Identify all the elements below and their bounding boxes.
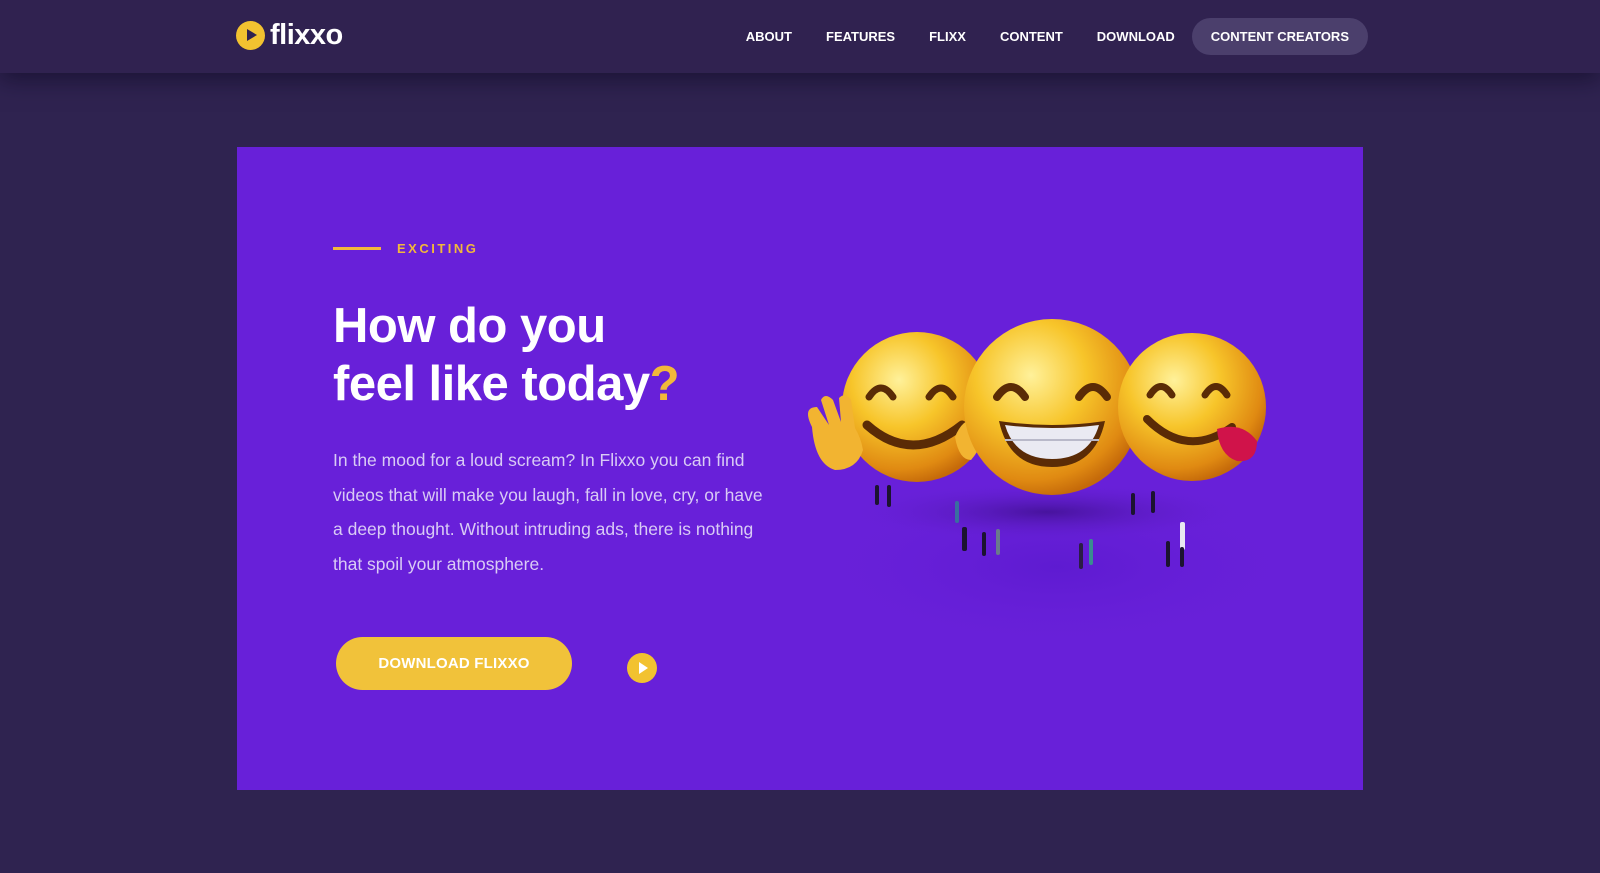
logo-text: flixxo [270, 19, 343, 51]
hero-headline: How do you feel like today? [333, 297, 793, 413]
kicker-divider [333, 247, 381, 250]
hero-description: In the mood for a loud scream? In Flixxo… [333, 450, 763, 574]
play-icon[interactable] [627, 653, 657, 683]
hero-kicker: EXCITING [333, 241, 478, 256]
grinning-emoji-icon [964, 319, 1140, 495]
headline-line-2: feel like today [333, 357, 650, 411]
nav-about[interactable]: ABOUT [729, 18, 809, 55]
top-navigation-bar: flixxo ABOUT FEATURES FLIXX CONTENT DOWN… [0, 0, 1600, 73]
flixxo-logo[interactable]: flixxo [236, 19, 343, 51]
tongue-out-emoji-icon [1118, 333, 1266, 481]
headline-question-mark: ? [649, 357, 680, 411]
hero-card: EXCITING How do you feel like today? In … [237, 147, 1363, 790]
play-circle-icon [236, 20, 265, 50]
nav-content[interactable]: CONTENT [983, 18, 1080, 55]
nav-features[interactable]: FEATURES [809, 18, 912, 55]
nav-download[interactable]: DOWNLOAD [1080, 18, 1192, 55]
main-nav: ABOUT FEATURES FLIXX CONTENT DOWNLOAD CO… [729, 18, 1368, 55]
nav-flixx[interactable]: FLIXX [912, 18, 983, 55]
nav-content-creators-button[interactable]: CONTENT CREATORS [1191, 18, 1368, 55]
kicker-label: EXCITING [397, 241, 479, 256]
emoji-faces-illustration [797, 319, 1317, 652]
headline-line-1: How do you [333, 299, 606, 353]
download-flixxo-button[interactable]: DOWNLOAD FLIXXO [336, 637, 572, 690]
